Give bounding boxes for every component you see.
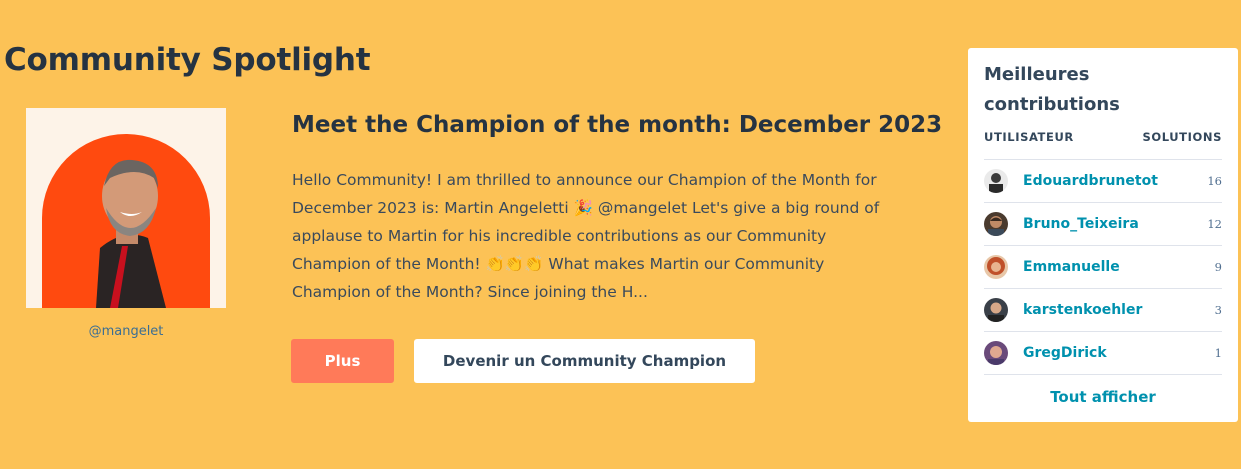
- avatar[interactable]: [984, 255, 1008, 279]
- column-header-solutions: SOLUTIONS: [1142, 130, 1222, 144]
- avatar[interactable]: [984, 341, 1008, 365]
- contributor-link[interactable]: GregDirick: [1023, 345, 1107, 361]
- list-item: GregDirick 1: [984, 332, 1222, 375]
- become-champion-button[interactable]: Devenir un Community Champion: [414, 339, 755, 383]
- contributor-link[interactable]: karstenkoehler: [1023, 302, 1142, 318]
- solution-count: 3: [1214, 303, 1222, 317]
- article-excerpt: Hello Community! I am thrilled to announ…: [292, 171, 880, 301]
- contributor-link[interactable]: Emmanuelle: [1023, 259, 1120, 275]
- solution-count: 12: [1207, 217, 1222, 231]
- card-title: Meilleures contributions: [984, 64, 1120, 115]
- more-button[interactable]: Plus: [291, 339, 394, 383]
- contributor-link[interactable]: Edouardbrunetot: [1023, 173, 1158, 189]
- list-item: Emmanuelle 9: [984, 246, 1222, 289]
- contributors-list: Edouardbrunetot 16 Bruno_Teixeira 12 Emm…: [984, 159, 1222, 375]
- page-title: Community Spotlight: [4, 42, 371, 78]
- avatar[interactable]: [984, 212, 1008, 236]
- solution-count: 9: [1214, 260, 1222, 274]
- avatar[interactable]: [984, 169, 1008, 193]
- list-item: Bruno_Teixeira 12: [984, 203, 1222, 246]
- list-item: karstenkoehler 3: [984, 289, 1222, 332]
- solution-count: 1: [1214, 346, 1222, 360]
- article-title[interactable]: Meet the Champion of the month: December…: [292, 112, 942, 138]
- column-header-user: UTILISATEUR: [984, 130, 1074, 144]
- contributor-link[interactable]: Bruno_Teixeira: [1023, 216, 1139, 232]
- avatar[interactable]: [984, 298, 1008, 322]
- top-contributors-card: Meilleures contributions UTILISATEUR SOL…: [968, 48, 1238, 422]
- solution-count: 16: [1207, 174, 1222, 188]
- champion-avatar: [26, 108, 226, 308]
- view-all-link[interactable]: Tout afficher: [968, 388, 1238, 406]
- champion-handle[interactable]: @mangelet: [26, 324, 226, 339]
- list-item: Edouardbrunetot 16: [984, 160, 1222, 203]
